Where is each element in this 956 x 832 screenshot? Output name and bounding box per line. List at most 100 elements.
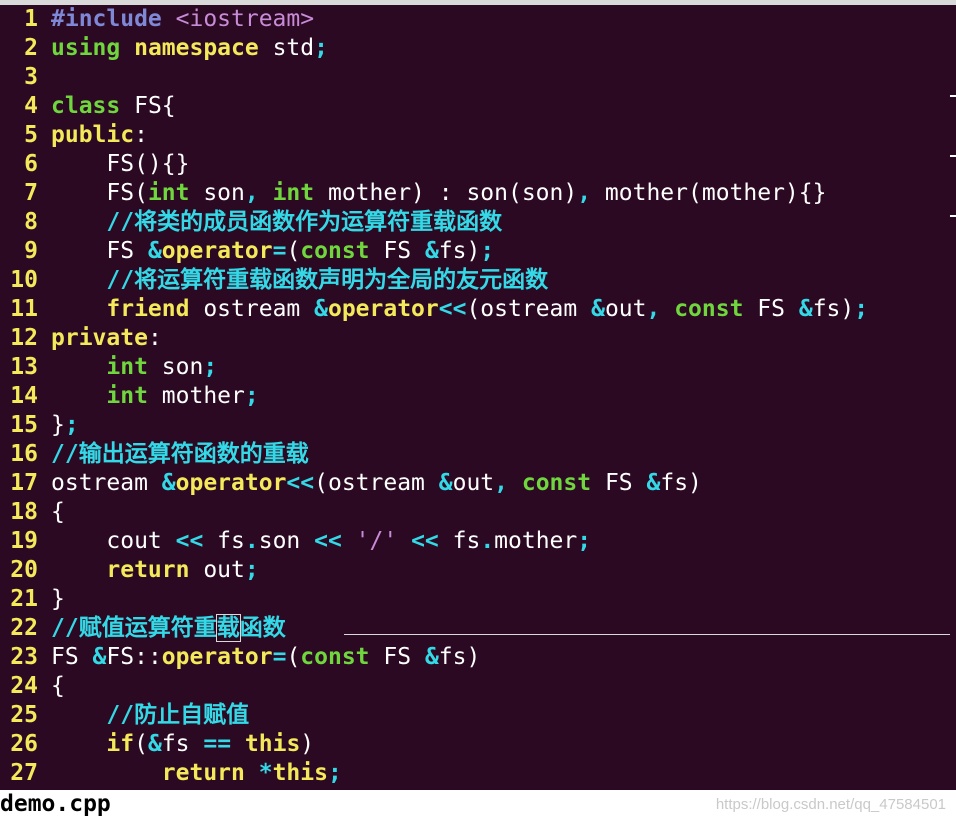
line-number: 27 xyxy=(10,760,38,786)
cursor-line-underline xyxy=(344,634,950,635)
code-token: ; xyxy=(64,412,79,438)
code-text: #include <iostream> xyxy=(51,6,314,32)
code-text: FS(int son, int mother) : son(son), moth… xyxy=(51,180,826,206)
code-token: & xyxy=(147,238,162,264)
code-line[interactable]: 3 xyxy=(0,63,956,92)
code-line[interactable]: 27 return *this; xyxy=(0,759,956,788)
code-line[interactable]: 10 //将运算符重载函数声明为全局的友元函数 xyxy=(0,266,956,295)
code-line[interactable]: 11 friend ostream &operator<<(ostream &o… xyxy=(0,295,956,324)
line-number: 6 xyxy=(24,151,38,177)
code-token: class xyxy=(51,93,135,119)
code-line[interactable]: 8 //将类的成员函数作为运算符重载函数 xyxy=(0,208,956,237)
code-text: int son; xyxy=(51,354,217,380)
code-token: const xyxy=(300,644,384,670)
code-line[interactable]: 19 cout << fs.son << '/' << fs.mother; xyxy=(0,527,956,556)
code-token: << xyxy=(314,528,356,554)
code-token: son xyxy=(258,528,315,554)
scroll-mark xyxy=(950,155,956,157)
code-token: ; xyxy=(577,528,592,554)
code-text: { xyxy=(51,673,65,699)
code-line[interactable]: 17 ostream &operator<<(ostream &out, cons… xyxy=(0,469,956,498)
scrollbar[interactable] xyxy=(948,95,956,795)
code-token: ; xyxy=(244,557,259,583)
code-line[interactable]: 14 int mother; xyxy=(0,382,956,411)
code-token: FS xyxy=(757,296,799,322)
code-token: & xyxy=(314,296,328,322)
code-text: private: xyxy=(51,325,162,351)
code-line[interactable]: 7 FS(int son, int mother) : son(son), mo… xyxy=(0,179,956,208)
code-line[interactable]: 5 public: xyxy=(0,121,956,150)
code-token: & xyxy=(798,296,813,322)
code-line[interactable]: 21} xyxy=(0,585,956,614)
vim-editor[interactable]: 1 #include <iostream> 2 using namespace std… xyxy=(0,5,956,790)
code-token: //将运算符重载函数声明为全局的友元函数 xyxy=(106,267,549,293)
code-line[interactable]: 9 FS &operator=(const FS &fs); xyxy=(0,237,956,266)
code-line[interactable]: 26 if(&fs == this) xyxy=(0,730,956,759)
code-line[interactable]: 23 FS &FS::operator=(const FS &fs) xyxy=(0,643,956,672)
line-number: 17 xyxy=(10,470,38,496)
code-token: { xyxy=(51,499,65,525)
code-line[interactable]: 4 class FS{ xyxy=(0,92,956,121)
scroll-mark xyxy=(950,215,956,217)
code-token: ( xyxy=(286,238,301,264)
code-line[interactable]: 13 int son; xyxy=(0,353,956,382)
code-token: ; xyxy=(244,383,259,409)
line-number: 21 xyxy=(10,586,38,612)
code-token: (ostream xyxy=(466,296,592,322)
code-token: , xyxy=(577,180,605,206)
code-line[interactable]: 22 //赋值运算符重载函数 xyxy=(0,614,956,643)
line-number: 13 xyxy=(10,354,38,380)
code-token: FS(){} xyxy=(51,151,190,177)
code-token: mother xyxy=(161,383,245,409)
code-token: son xyxy=(203,180,245,206)
code-token: << xyxy=(286,470,315,496)
code-token: operator xyxy=(175,470,287,496)
code-token: //输出运算符函数的重载 xyxy=(51,441,309,467)
line-number: 4 xyxy=(24,93,38,119)
line-number: 18 xyxy=(10,499,38,525)
code-text: if(&fs == this) xyxy=(51,731,314,757)
code-text: //赋值运算符重载函数 xyxy=(51,614,286,642)
code-token: //防止自赋值 xyxy=(106,702,250,728)
code-token: const xyxy=(674,296,758,322)
code-token: , xyxy=(494,470,522,496)
code-line[interactable]: 6 FS(){} xyxy=(0,150,956,179)
code-line[interactable]: 24 { xyxy=(0,672,956,701)
code-token: ( xyxy=(134,731,148,757)
line-number: 12 xyxy=(10,325,38,351)
code-token: FS xyxy=(51,644,93,670)
code-token: = xyxy=(272,238,287,264)
code-token: mother xyxy=(494,528,578,554)
code-line[interactable]: 15}; xyxy=(0,411,956,440)
code-line[interactable]: 20 return out; xyxy=(0,556,956,585)
code-token: & xyxy=(92,644,107,670)
code-line[interactable]: 18 { xyxy=(0,498,956,527)
code-token: == xyxy=(203,731,245,757)
line-number: 14 xyxy=(10,383,38,409)
code-token: fs xyxy=(161,731,204,757)
code-token: ) xyxy=(300,731,315,757)
code-text: return *this; xyxy=(51,760,342,786)
code-text: int mother; xyxy=(51,383,259,409)
code-line[interactable]: 25 //防止自赋值 xyxy=(0,701,956,730)
line-number: 10 xyxy=(10,267,38,293)
code-line[interactable]: 2 using namespace std; xyxy=(0,34,956,63)
code-line[interactable]: 12 private: xyxy=(0,324,956,353)
code-token: fs) xyxy=(660,470,702,496)
code-token: fs) xyxy=(438,238,481,264)
code-line[interactable]: 1 #include <iostream> xyxy=(0,5,956,34)
line-number: 26 xyxy=(10,731,38,757)
code-token: private xyxy=(51,325,148,351)
code-line[interactable]: 16 //输出运算符函数的重载 xyxy=(0,440,956,469)
code-token: ostream xyxy=(51,470,162,496)
code-token: mother(mother){} xyxy=(604,180,827,206)
code-token: return xyxy=(106,557,204,583)
line-number: 16 xyxy=(10,441,38,467)
